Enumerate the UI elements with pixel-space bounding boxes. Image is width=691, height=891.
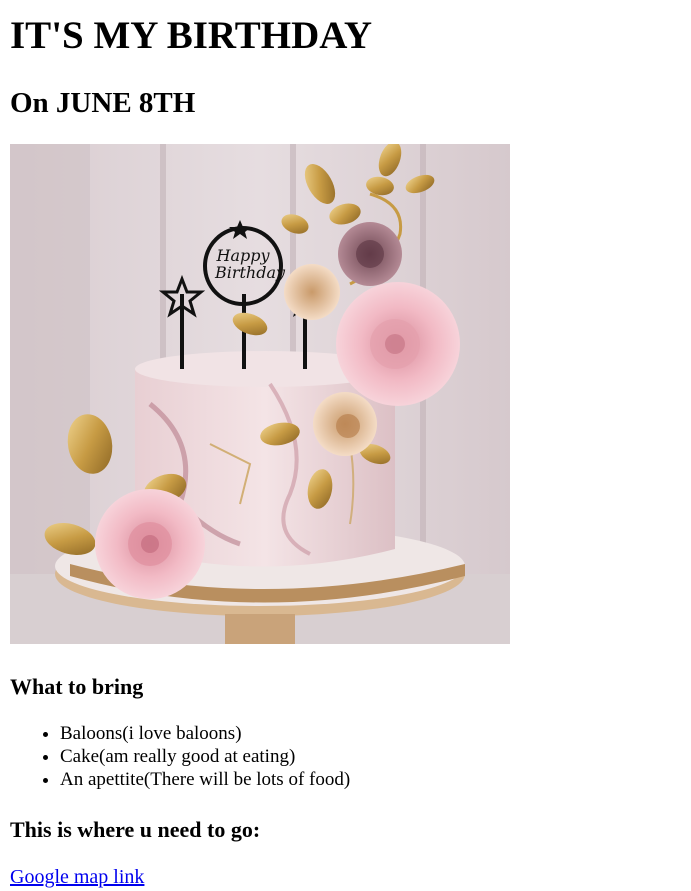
directions-heading: This is where u need to go: [10, 817, 261, 842]
list-item: Baloons(i love baloons) [60, 722, 460, 745]
google-map-link[interactable]: Google map link [10, 865, 144, 889]
list-item: An apettite(There will be lots of food) [60, 768, 460, 791]
page-subtitle: On JUNE 8TH [10, 87, 196, 119]
list-item: Cake(am really good at eating) [60, 745, 460, 768]
topper-text-birthday: Birthday [214, 263, 286, 282]
bring-list: Baloons(i love baloons) Cake(am really g… [20, 722, 460, 791]
birthday-cake-image: Happy Birthday [10, 144, 510, 644]
what-to-bring-heading: What to bring [10, 674, 144, 699]
page-title: IT'S MY BIRTHDAY [10, 14, 372, 57]
